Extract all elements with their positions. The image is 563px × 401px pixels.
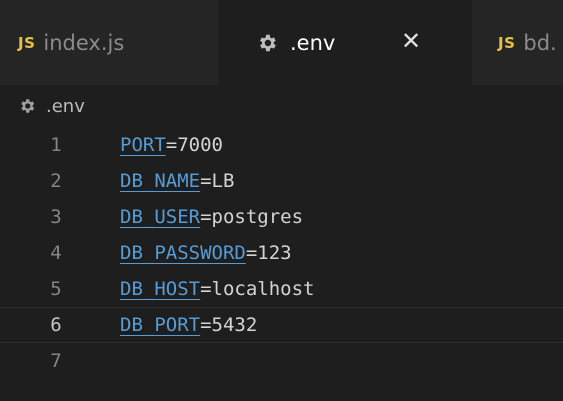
code-line[interactable]: 1 PORT=7000	[0, 127, 563, 163]
tab-label: bd.	[523, 30, 557, 55]
breadcrumb[interactable]: .env	[0, 85, 563, 127]
tab-bd-js[interactable]: JS bd.	[472, 0, 563, 85]
code-line[interactable]: 4 DB_PASSWORD=123	[0, 235, 563, 271]
tab-index-js[interactable]: JS index.js	[0, 0, 218, 85]
tab-label: .env	[290, 30, 336, 55]
gear-icon	[21, 99, 35, 113]
env-key: PORT	[120, 134, 166, 156]
env-key: DB_PASSWORD	[120, 242, 246, 264]
env-value: localhost	[211, 278, 315, 300]
env-value: 123	[257, 242, 292, 264]
code-editor[interactable]: 1 PORT=7000 2 DB_NAME=LB 3 DB_USER=postg…	[0, 127, 563, 401]
line-number: 5	[50, 278, 62, 300]
gear-icon	[260, 34, 276, 51]
env-key: DB_PORT	[120, 314, 201, 336]
close-icon[interactable]: ✕	[397, 27, 425, 55]
line-number: 1	[50, 134, 62, 156]
line-number: 4	[50, 242, 62, 264]
javascript-icon: JS	[18, 33, 36, 52]
breadcrumb-label: .env	[46, 95, 85, 117]
code-line[interactable]: 7	[0, 343, 563, 379]
tab-env[interactable]: .env ✕	[218, 0, 472, 85]
line-number: 3	[50, 206, 62, 228]
env-key: DB_HOST	[120, 278, 201, 300]
line-number: 6	[50, 314, 62, 336]
code-line[interactable]: 5 DB_HOST=localhost	[0, 271, 563, 307]
line-number: 7	[50, 350, 62, 372]
env-value: LB	[211, 170, 235, 192]
env-value: 7000	[177, 134, 223, 156]
javascript-icon: JS	[498, 33, 516, 52]
env-value: postgres	[211, 206, 304, 228]
code-line-current[interactable]: 6 DB_PORT=5432	[0, 307, 563, 343]
code-line[interactable]: 2 DB_NAME=LB	[0, 163, 563, 199]
tab-bar: JS index.js .env ✕ JS bd.	[0, 0, 563, 85]
env-value: 5432	[211, 314, 258, 336]
tab-label: index.js	[43, 30, 125, 55]
env-key: DB_USER	[120, 206, 201, 228]
code-line[interactable]: 3 DB_USER=postgres	[0, 199, 563, 235]
env-key: DB_NAME	[120, 170, 201, 192]
line-number: 2	[50, 170, 62, 192]
